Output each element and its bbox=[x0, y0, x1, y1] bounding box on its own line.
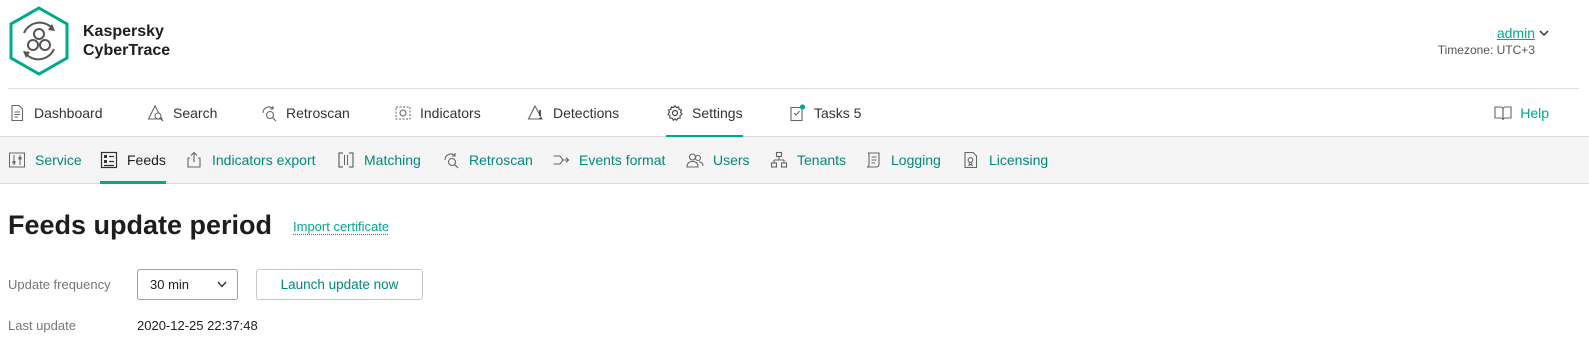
licensing-icon bbox=[964, 151, 978, 169]
matching-icon bbox=[338, 152, 354, 168]
tasks-clipboard-icon bbox=[790, 103, 806, 121]
main-navigation: Dashboard Search Retroscan Indicators De… bbox=[0, 89, 1589, 138]
subnav-label: Events format bbox=[579, 152, 666, 168]
nav-retroscan[interactable]: Retroscan bbox=[260, 89, 350, 136]
last-update-value: 2020-12-25 22:37:48 bbox=[137, 318, 258, 333]
settings-subnavigation: Service Feeds Indicators export Matching… bbox=[0, 137, 1589, 184]
warning-icon bbox=[527, 104, 543, 120]
nav-dashboard[interactable]: Dashboard bbox=[8, 89, 103, 136]
last-update-label: Last update bbox=[8, 318, 76, 333]
subnav-retroscan[interactable]: Retroscan bbox=[442, 137, 533, 183]
nav-detections[interactable]: Detections bbox=[527, 89, 619, 136]
subnav-label: Service bbox=[35, 152, 82, 168]
import-certificate-link[interactable]: Import certificate bbox=[293, 219, 389, 234]
subnav-logging[interactable]: Logging bbox=[864, 137, 941, 183]
nav-label: Settings bbox=[692, 104, 743, 121]
retroscan-icon bbox=[262, 105, 277, 121]
indicators-icon bbox=[395, 106, 411, 119]
subnav-label: Users bbox=[713, 152, 750, 168]
user-name[interactable]: admin bbox=[1497, 25, 1535, 41]
nav-settings[interactable]: Settings bbox=[666, 89, 743, 138]
nav-label: Search bbox=[173, 104, 218, 121]
retroscan-icon bbox=[444, 153, 459, 169]
nav-search[interactable]: Search bbox=[147, 89, 217, 136]
book-icon bbox=[1494, 105, 1512, 120]
subnav-label: Retroscan bbox=[469, 152, 533, 168]
subnav-users[interactable]: Users bbox=[686, 137, 750, 183]
user-menu[interactable]: admin bbox=[1497, 25, 1549, 41]
nav-indicators[interactable]: Indicators bbox=[394, 89, 481, 136]
subnav-matching[interactable]: Matching bbox=[337, 137, 421, 183]
subnav-label: Logging bbox=[891, 152, 941, 168]
page-title: Feeds update period bbox=[8, 210, 273, 240]
nav-label: Detections bbox=[553, 104, 620, 121]
update-frequency-value: 30 min bbox=[150, 277, 190, 292]
nav-tasks[interactable]: Tasks 5 bbox=[788, 89, 861, 136]
events-format-icon bbox=[553, 155, 570, 165]
subnav-events-format[interactable]: Events format bbox=[552, 137, 665, 183]
subnav-label: Tenants bbox=[797, 152, 847, 168]
subnav-indicators-export[interactable]: Indicators export bbox=[185, 137, 316, 183]
subnav-feeds[interactable]: Feeds bbox=[100, 137, 166, 184]
kaspersky-logo-icon bbox=[8, 6, 70, 76]
chevron-down-icon bbox=[1539, 30, 1549, 37]
logging-icon bbox=[866, 152, 880, 168]
users-icon bbox=[686, 153, 704, 168]
sliders-icon bbox=[9, 152, 25, 168]
feeds-icon bbox=[100, 151, 118, 169]
search-triangle-icon bbox=[147, 104, 164, 121]
nav-label: Tasks 5 bbox=[814, 104, 862, 121]
subnav-label: Matching bbox=[364, 152, 421, 168]
help-link[interactable]: Help bbox=[1494, 89, 1549, 136]
document-icon bbox=[11, 104, 24, 121]
launch-update-button[interactable]: Launch update now bbox=[256, 269, 423, 300]
timezone-label: Timezone: UTC+3 bbox=[1437, 43, 1535, 57]
export-icon bbox=[187, 151, 201, 168]
product-name: Kaspersky CyberTrace bbox=[83, 22, 170, 60]
brand-line-1: Kaspersky bbox=[83, 23, 164, 40]
subnav-tenants[interactable]: Tenants bbox=[770, 137, 846, 183]
gear-icon bbox=[667, 103, 683, 121]
subnav-licensing[interactable]: Licensing bbox=[962, 137, 1048, 183]
subnav-label: Indicators export bbox=[212, 152, 316, 168]
update-frequency-label: Update frequency bbox=[8, 277, 111, 292]
subnav-service[interactable]: Service bbox=[8, 137, 82, 183]
nav-label: Dashboard bbox=[34, 104, 103, 121]
update-frequency-select[interactable]: 30 min bbox=[137, 269, 238, 300]
subnav-label: Feeds bbox=[127, 152, 166, 168]
chevron-down-icon bbox=[217, 281, 227, 288]
help-label: Help bbox=[1520, 104, 1549, 121]
nav-label: Indicators bbox=[420, 104, 481, 121]
subnav-label: Licensing bbox=[989, 152, 1049, 168]
nav-label: Retroscan bbox=[286, 104, 350, 121]
brand-line-2: CyberTrace bbox=[83, 42, 171, 59]
tenants-icon bbox=[770, 151, 788, 168]
